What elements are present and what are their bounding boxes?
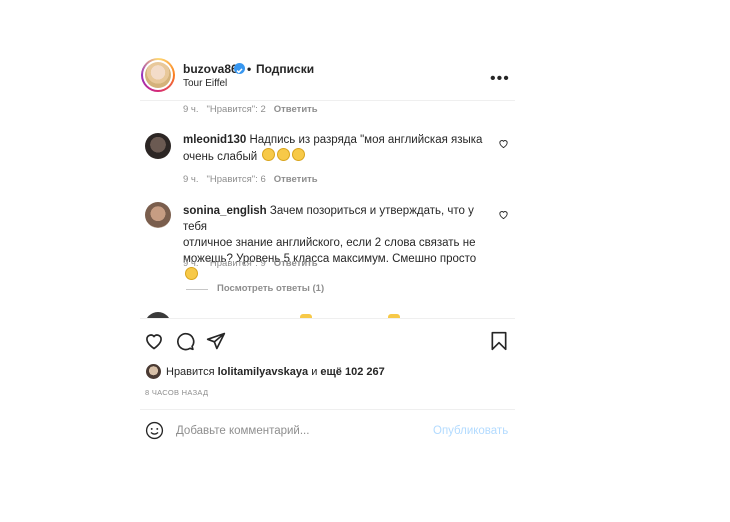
likes-middle: и — [311, 366, 318, 378]
commenter-avatar[interactable] — [145, 133, 171, 159]
share-icon[interactable] — [206, 331, 226, 356]
comment-input[interactable]: Добавьте комментарий... — [176, 425, 309, 437]
like-post-icon[interactable] — [144, 331, 164, 356]
publish-button[interactable]: Опубликовать — [433, 425, 508, 437]
input-divider — [140, 409, 515, 410]
author-username[interactable]: buzova86 — [183, 62, 238, 76]
replies-line — [186, 289, 208, 290]
comment-time[interactable]: 9 ч. — [183, 104, 199, 115]
crying-emoji-icon — [277, 148, 291, 161]
like-comment-icon[interactable] — [498, 138, 509, 152]
likes-summary: Нравится lolitamilyavskaya и ещё 102 267 — [166, 366, 385, 378]
reply-button[interactable]: Ответить — [274, 258, 318, 269]
comment-time[interactable]: 9 ч. — [183, 174, 199, 185]
crying-emoji-icon — [262, 148, 276, 161]
verified-badge-icon — [234, 63, 245, 74]
comment-username[interactable]: mleonid130 — [183, 134, 246, 146]
view-replies-button[interactable]: Посмотреть ответы (1) — [217, 283, 324, 294]
reply-button[interactable]: Ответить — [274, 174, 318, 185]
comment-text: sonina_english Зачем позориться и утверж… — [183, 203, 483, 284]
comment-text: mleonid130 Надпись из разряда "моя англи… — [183, 132, 483, 165]
comment-likes[interactable]: "Нравится": 2 — [207, 104, 266, 115]
post-timestamp[interactable]: 8 ЧАСОВ НАЗАД — [145, 388, 208, 397]
commenter-avatar[interactable] — [145, 202, 171, 228]
comment-meta: 9 ч. "Нравится": 9 Ответить — [183, 258, 326, 269]
like-comment-icon[interactable] — [498, 209, 509, 223]
comments-divider — [140, 318, 515, 319]
emoji-picker-icon[interactable] — [145, 421, 164, 445]
comment-body-line1: Надпись из разряда "моя английская языка — [249, 134, 483, 146]
following-button[interactable]: Подписки — [256, 62, 314, 76]
comment-icon[interactable] — [175, 331, 195, 356]
header-divider — [140, 100, 515, 101]
comment-likes[interactable]: "Нравится": 6 — [207, 174, 266, 185]
comment-username[interactable]: sonina_english — [183, 205, 267, 217]
liker-avatar[interactable] — [146, 364, 161, 379]
crying-emoji-icon — [292, 148, 306, 161]
likes-count-button[interactable]: ещё 102 267 — [320, 366, 384, 378]
separator-dot: • — [247, 62, 252, 76]
more-options-icon[interactable]: ••• — [490, 70, 510, 88]
author-avatar[interactable] — [141, 58, 175, 92]
comment-likes[interactable]: "Нравится": 9 — [207, 258, 266, 269]
location-link[interactable]: Tour Eiffel — [183, 78, 227, 89]
reply-button[interactable]: Ответить — [274, 104, 318, 115]
comment-body-line2: отличное знание английского, если 2 слов… — [183, 237, 476, 249]
comment-time[interactable]: 9 ч. — [183, 258, 199, 269]
save-bookmark-icon[interactable] — [490, 331, 508, 356]
comment-meta: 9 ч. "Нравится": 2 Ответить — [183, 104, 326, 115]
comment-meta: 9 ч. "Нравится": 6 Ответить — [183, 174, 326, 185]
comment-body-line2: очень слабый — [183, 151, 258, 163]
liker-username[interactable]: lolitamilyavskaya — [218, 366, 309, 378]
avatar-image — [145, 62, 171, 88]
likes-prefix: Нравится — [166, 366, 215, 378]
